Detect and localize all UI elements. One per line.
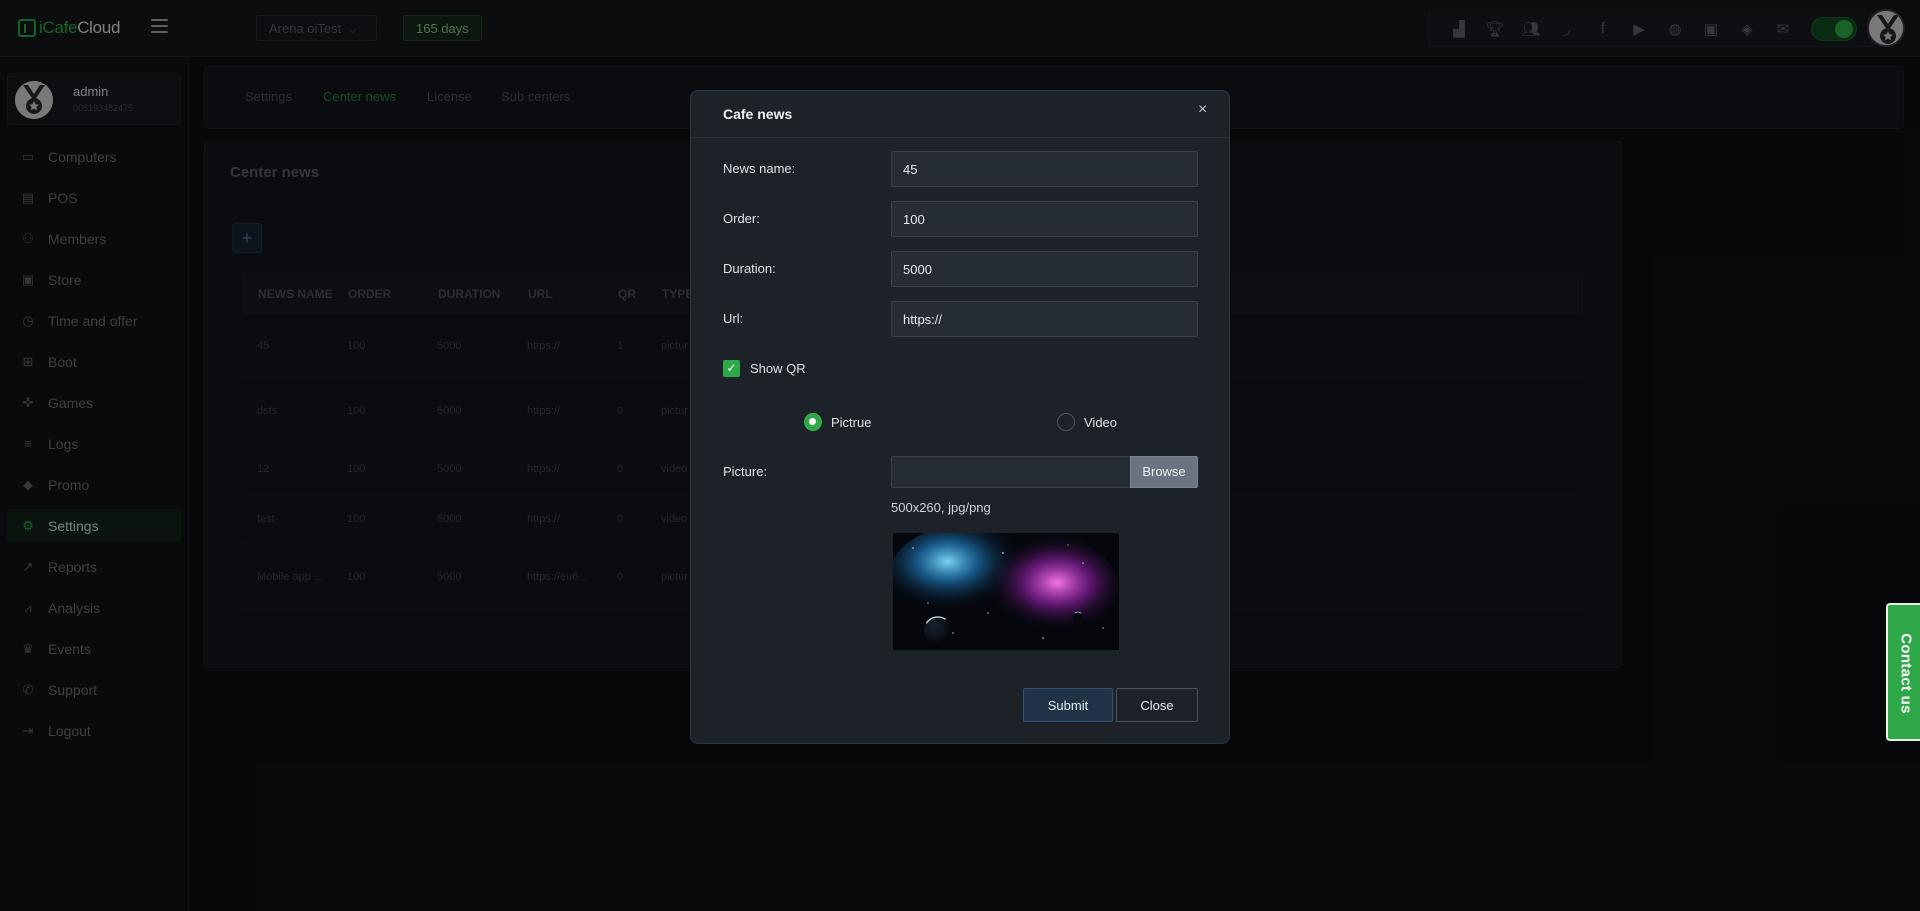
news-name-row: News name: (723, 151, 1199, 187)
news-name-input[interactable] (891, 151, 1198, 187)
url-input[interactable] (891, 301, 1198, 337)
radio-video-label: Video (1084, 414, 1118, 430)
order-label: Order: (723, 211, 760, 226)
picture-preview (893, 533, 1119, 650)
duration-row: Duration: (723, 251, 1199, 287)
picture-size-hint: 500x260, jpg/png (891, 500, 991, 515)
contact-us-label: Contact us (1897, 633, 1915, 714)
picture-row: Picture: Browse (723, 456, 1199, 488)
duration-label: Duration: (723, 261, 776, 276)
radio-picture-label: Pictrue (831, 414, 872, 430)
order-row: Order: (723, 201, 1199, 237)
file-input[interactable] (891, 456, 1131, 488)
order-input[interactable] (891, 201, 1198, 237)
cafe-news-modal: Cafe news × News name: Order: Duration: … (690, 90, 1230, 744)
check-icon: ✓ (723, 360, 740, 377)
modal-title: Cafe news (723, 106, 793, 122)
galaxy-image (893, 533, 1119, 650)
close-button[interactable]: Close (1116, 688, 1198, 722)
picture-label: Picture: (723, 464, 768, 479)
radio-picture-indicator (804, 413, 822, 431)
browse-button[interactable]: Browse (1130, 456, 1198, 488)
radio-picture[interactable]: Pictrue (804, 413, 871, 431)
duration-input[interactable] (891, 251, 1198, 287)
radio-video[interactable]: Video (1057, 413, 1117, 431)
url-label: Url: (723, 311, 744, 326)
url-row: Url: (723, 301, 1199, 337)
radio-video-indicator (1057, 413, 1075, 431)
show-qr-checkbox[interactable]: ✓ Show QR (723, 360, 806, 377)
news-name-label: News name: (723, 161, 796, 176)
show-qr-label: Show QR (750, 361, 806, 376)
submit-button[interactable]: Submit (1023, 688, 1113, 722)
modal-header: Cafe news × (691, 91, 1229, 138)
contact-us-button[interactable]: Contact us (1886, 603, 1920, 741)
close-icon[interactable]: × (1198, 101, 1207, 119)
